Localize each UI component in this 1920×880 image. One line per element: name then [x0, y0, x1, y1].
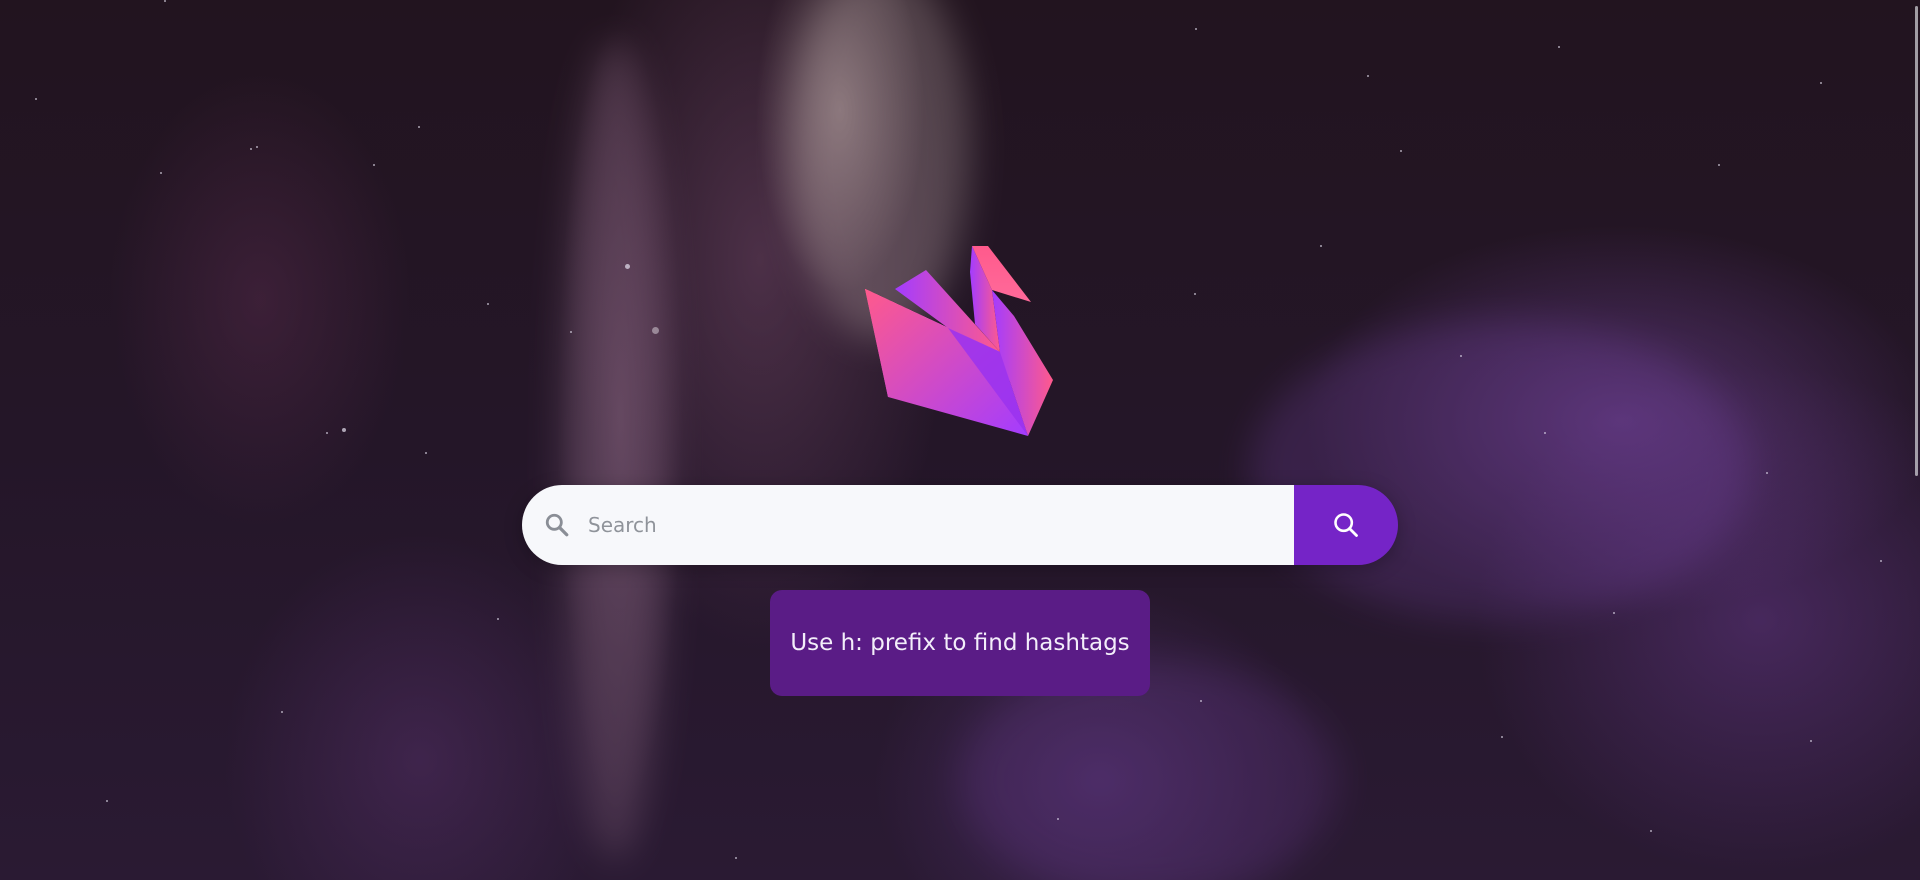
swan-logo-icon — [865, 246, 1053, 436]
search-button[interactable] — [1294, 485, 1398, 565]
search-icon — [542, 510, 572, 540]
search-hint-text: Use h: prefix to find hashtags — [790, 630, 1130, 656]
aurora-streak — [1250, 320, 1750, 620]
search-field[interactable] — [522, 485, 1294, 565]
search-icon — [1334, 513, 1358, 537]
scrollbar[interactable] — [1912, 0, 1920, 880]
search-input[interactable] — [586, 485, 1294, 565]
search-hint: Use h: prefix to find hashtags — [770, 590, 1150, 696]
aurora-streak — [560, 40, 670, 860]
scrollbar-thumb[interactable] — [1915, 6, 1918, 476]
page: Use h: prefix to find hashtags — [0, 0, 1920, 880]
search-bar — [522, 485, 1398, 565]
